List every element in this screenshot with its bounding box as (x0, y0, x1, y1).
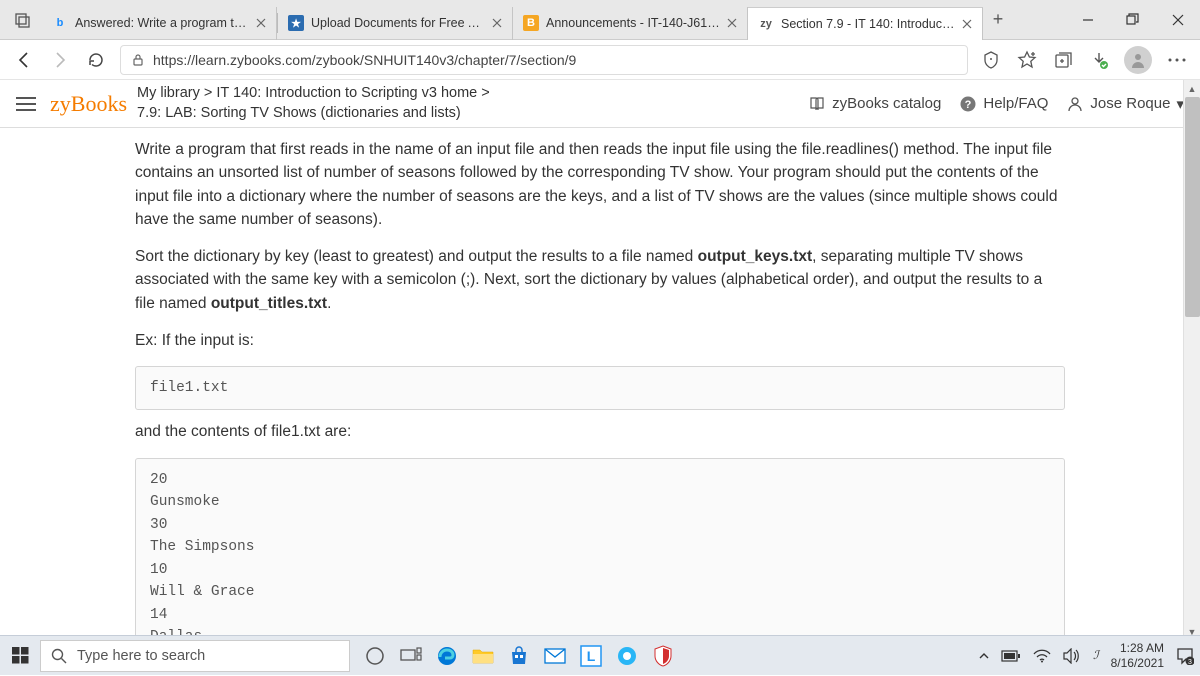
browser-tab-strip: b Answered: Write a program that ★ Upload D… (0, 0, 1200, 40)
tray-chevron-icon[interactable] (979, 651, 989, 661)
breadcrumb-line1[interactable]: My library > IT 140: Introduction to Scr… (137, 84, 490, 104)
tracking-prevention-icon[interactable] (980, 49, 1002, 71)
tab-title: Answered: Write a program that (75, 16, 249, 30)
browser-tab[interactable]: b Answered: Write a program that (42, 7, 277, 40)
lab-content: Write a program that first reads in the … (0, 128, 1200, 648)
edge-icon[interactable] (430, 639, 464, 673)
menu-icon[interactable] (16, 96, 40, 112)
page-content: zyBooks My library > IT 140: Introductio… (0, 80, 1200, 655)
tab-close-icon[interactable] (727, 18, 737, 28)
window-restore[interactable] (1110, 0, 1155, 40)
start-button[interactable] (0, 636, 40, 676)
paragraph-3: Ex: If the input is: (135, 329, 1065, 352)
svg-text:3: 3 (1188, 659, 1192, 665)
help-icon: ? (959, 95, 977, 113)
user-menu[interactable]: Jose Roque ▾ (1066, 95, 1184, 113)
tab-actions-icon[interactable] (10, 7, 36, 33)
task-view-icon[interactable] (394, 639, 428, 673)
url-input[interactable]: https://learn.zybooks.com/zybook/SNHUIT1… (120, 45, 968, 75)
tab-title: Announcements - IT-140-J6182 (546, 16, 720, 30)
paragraph-4: and the contents of file1.txt are: (135, 420, 1065, 443)
breadcrumb-line2: 7.9: LAB: Sorting TV Shows (dictionaries… (137, 104, 490, 124)
user-icon (1066, 95, 1084, 113)
tab-title: Upload Documents for Free Acc (311, 16, 485, 30)
help-link[interactable]: ? Help/FAQ (959, 95, 1048, 113)
code-block-file-contents: 20 Gunsmoke 30 The Simpsons 10 Will & Gr… (135, 458, 1065, 648)
code-block-input: file1.txt (135, 366, 1065, 410)
clock[interactable]: 1:28 AM 8/16/2021 (1111, 641, 1164, 670)
catalog-link[interactable]: zyBooks catalog (808, 95, 941, 113)
mcafee-icon[interactable] (646, 639, 680, 673)
paragraph-1: Write a program that first reads in the … (135, 138, 1065, 231)
app-l-icon[interactable]: L (574, 639, 608, 673)
zybooks-logo[interactable]: zyBooks (50, 91, 127, 117)
window-minimize[interactable] (1065, 0, 1110, 40)
windows-taskbar: Type here to search L ℐ 1:28 AM 8/16/202… (0, 635, 1200, 675)
zybooks-header: zyBooks My library > IT 140: Introductio… (0, 80, 1200, 128)
tab-close-icon[interactable] (256, 18, 266, 28)
favorites-icon[interactable] (1016, 49, 1038, 71)
wifi-icon[interactable] (1033, 649, 1051, 663)
breadcrumb: My library > IT 140: Introduction to Scr… (137, 84, 490, 123)
browser-tab[interactable]: zy Section 7.9 - IT 140: Introduction (748, 7, 983, 40)
tab-favicon: B (523, 15, 539, 31)
downloads-icon[interactable] (1088, 49, 1110, 71)
tab-close-icon[interactable] (962, 19, 972, 29)
address-bar: https://learn.zybooks.com/zybook/SNHUIT1… (0, 40, 1200, 80)
more-icon[interactable] (1166, 49, 1188, 71)
scroll-up-icon[interactable]: ▲ (1184, 80, 1200, 97)
lock-icon (131, 53, 145, 67)
action-center-icon[interactable]: 3 (1176, 647, 1194, 665)
svg-text:?: ? (965, 99, 972, 111)
language-icon[interactable]: ℐ (1093, 648, 1099, 663)
nav-back[interactable] (12, 48, 36, 72)
svg-text:L: L (587, 648, 596, 664)
tab-favicon: zy (758, 16, 774, 32)
app-circle-icon[interactable] (610, 639, 644, 673)
store-icon[interactable] (502, 639, 536, 673)
window-close[interactable] (1155, 0, 1200, 40)
tab-title: Section 7.9 - IT 140: Introduction (781, 17, 955, 31)
volume-icon[interactable] (1063, 648, 1081, 664)
tab-favicon: b (52, 15, 68, 31)
nav-forward (48, 48, 72, 72)
book-icon (808, 95, 826, 113)
collections-icon[interactable] (1052, 49, 1074, 71)
paragraph-2: Sort the dictionary by key (least to gre… (135, 245, 1065, 315)
vertical-scrollbar[interactable]: ▲ ▼ (1183, 80, 1200, 640)
taskbar-search[interactable]: Type here to search (40, 640, 350, 672)
battery-icon[interactable] (1001, 650, 1021, 662)
profile-icon[interactable] (1124, 46, 1152, 74)
scroll-thumb[interactable] (1185, 97, 1200, 317)
browser-tab[interactable]: ★ Upload Documents for Free Acc (278, 7, 513, 40)
file-explorer-icon[interactable] (466, 639, 500, 673)
new-tab-button[interactable]: + (983, 5, 1013, 35)
mail-icon[interactable] (538, 639, 572, 673)
url-text: https://learn.zybooks.com/zybook/SNHUIT1… (153, 52, 576, 68)
tab-favicon: ★ (288, 15, 304, 31)
tab-close-icon[interactable] (492, 18, 502, 28)
nav-refresh[interactable] (84, 48, 108, 72)
search-icon (51, 648, 67, 664)
cortana-icon[interactable] (358, 639, 392, 673)
browser-tab[interactable]: B Announcements - IT-140-J6182 (513, 7, 748, 40)
